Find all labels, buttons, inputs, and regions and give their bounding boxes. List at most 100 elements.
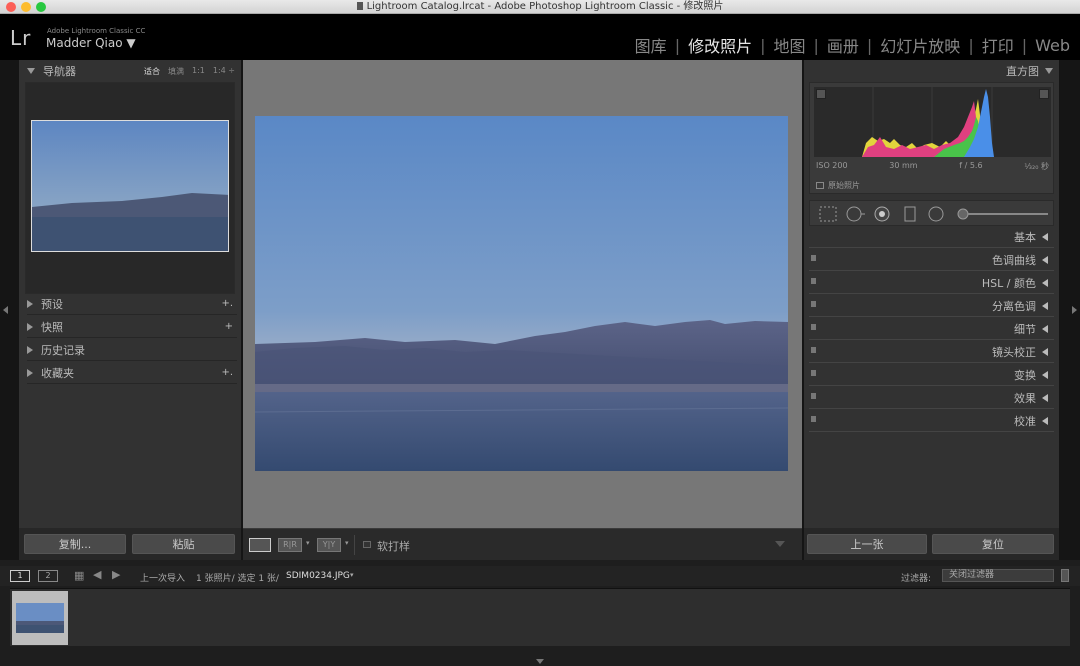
module-map[interactable]: 地图: [773, 33, 805, 57]
radial-filter-icon[interactable]: [928, 206, 944, 222]
yy-compare-icon[interactable]: Y|Y: [317, 538, 341, 552]
red-eye-icon[interactable]: [874, 206, 890, 222]
filter-select[interactable]: 关闭过滤器: [942, 569, 1054, 582]
develop-toolbar: R|R ▾ Y|Y ▾ 软打样: [243, 528, 802, 560]
panel-switch-icon[interactable]: [811, 347, 816, 353]
hsl-section[interactable]: HSL / 颜色: [809, 272, 1054, 294]
panel-switch-icon[interactable]: [811, 301, 816, 307]
histogram-graph[interactable]: [814, 87, 1051, 157]
navigator-thumbnail[interactable]: [31, 120, 229, 252]
transform-section[interactable]: 变换: [809, 364, 1054, 386]
adjustment-brush-icon[interactable]: [957, 208, 1048, 220]
primary-display-button[interactable]: 1: [10, 570, 30, 582]
spot-removal-icon[interactable]: [846, 206, 865, 222]
hsl-label: HSL / 颜色: [981, 276, 1036, 290]
collapse-triangle-icon: [1042, 393, 1048, 402]
lens-corrections-section[interactable]: 镜头校正: [809, 341, 1054, 363]
add-preset-icon[interactable]: +.: [221, 298, 233, 309]
filter-select-value: 关闭过滤器: [949, 570, 995, 580]
collapse-triangle-icon: [1042, 232, 1048, 241]
bottom-panel-toggle-icon[interactable]: [536, 659, 544, 664]
filter-lock-icon[interactable]: [1061, 569, 1069, 582]
add-collection-icon[interactable]: +.: [221, 367, 233, 378]
module-book[interactable]: 画册: [827, 33, 859, 57]
filmstrip-bar: 1 2 ▦ ◀ ▶ 上一次导入 1 张照片/ 选定 1 张/ SDIM0234.…: [0, 566, 1080, 586]
panel-switch-icon[interactable]: [811, 324, 816, 330]
panel-switch-icon[interactable]: [811, 393, 816, 399]
module-slideshow[interactable]: 幻灯片放映: [880, 33, 960, 57]
presets-label: 预设: [41, 297, 63, 311]
zoom-fill[interactable]: 填满: [168, 66, 184, 77]
left-panel-toggle-icon[interactable]: [3, 306, 8, 314]
filmstrip-source[interactable]: 上一次导入: [140, 571, 185, 584]
dropdown-arrow-icon[interactable]: ▾: [306, 539, 310, 547]
left-button-bar: 复制... 粘贴: [19, 528, 241, 560]
dropdown-arrow-icon[interactable]: ▾: [345, 539, 349, 547]
expand-triangle-icon: [27, 345, 33, 354]
secondary-display-button[interactable]: 2: [38, 570, 58, 582]
window-title: Lightroom Catalog.lrcat - Adobe Photosho…: [0, 0, 1080, 14]
module-print[interactable]: 打印: [982, 33, 1014, 57]
tone-curve-label: 色调曲线: [992, 253, 1036, 267]
snapshots-label: 快照: [41, 320, 63, 334]
toolbar-options-icon[interactable]: [775, 541, 785, 547]
panel-switch-icon[interactable]: [811, 370, 816, 376]
presets-panel-header[interactable]: 预设 +.: [27, 293, 237, 315]
paste-settings-button[interactable]: 粘贴: [132, 534, 235, 554]
navigator-title: 导航器: [43, 65, 76, 78]
effects-section[interactable]: 效果: [809, 387, 1054, 409]
zoom-1-1[interactable]: 1:1: [192, 66, 205, 77]
reset-button[interactable]: 复位: [932, 534, 1054, 554]
filmstrip: [10, 588, 1070, 646]
shadow-clipping-icon[interactable]: [816, 89, 826, 99]
original-photo-toggle[interactable]: 原始照片: [816, 180, 860, 191]
graduated-filter-icon[interactable]: [904, 206, 916, 222]
exif-info: ISO 200 30 mm f / 5.6 ¹⁄₃₂₀ 秒: [816, 161, 1049, 172]
original-photo-checkbox[interactable]: [816, 182, 824, 189]
histogram-header[interactable]: 直方图: [1006, 60, 1053, 82]
collections-panel-header[interactable]: 收藏夹 +.: [27, 362, 237, 384]
module-library[interactable]: 图库: [635, 33, 667, 57]
highlight-clipping-icon[interactable]: [1039, 89, 1049, 99]
basic-section[interactable]: 基本: [809, 226, 1054, 248]
history-label: 历史记录: [41, 343, 85, 357]
histogram-panel: ISO 200 30 mm f / 5.6 ¹⁄₃₂₀ 秒 原始照片: [809, 82, 1054, 194]
collapse-triangle-icon: [1042, 278, 1048, 287]
crop-overlay-icon[interactable]: [819, 206, 837, 222]
before-after-icon[interactable]: R|R: [278, 538, 302, 552]
basic-label: 基本: [1014, 230, 1036, 244]
back-arrow-icon[interactable]: ◀: [93, 569, 101, 581]
copy-settings-button[interactable]: 复制...: [24, 534, 126, 554]
main-photo[interactable]: [255, 116, 788, 471]
calibration-section[interactable]: 校准: [809, 410, 1054, 432]
loupe-view-icon[interactable]: [249, 538, 271, 552]
zoom-1-4[interactable]: 1:4 ÷: [213, 66, 235, 77]
module-separator: |: [813, 35, 819, 55]
filename-dropdown-icon[interactable]: ▾: [350, 571, 354, 579]
user-name[interactable]: Madder Qiao ▼: [46, 36, 136, 50]
forward-arrow-icon[interactable]: ▶: [112, 569, 120, 581]
soft-proofing-checkbox[interactable]: [363, 541, 371, 548]
history-panel-header[interactable]: 历史记录: [27, 339, 237, 361]
collapse-triangle-icon: [1042, 347, 1048, 356]
filmstrip-filename[interactable]: SDIM0234.JPG: [286, 571, 350, 581]
tone-curve-section[interactable]: 色调曲线: [809, 249, 1054, 271]
panel-switch-icon[interactable]: [811, 416, 816, 422]
add-snapshot-icon[interactable]: +: [225, 321, 233, 332]
module-develop[interactable]: 修改照片: [688, 33, 752, 57]
snapshots-panel-header[interactable]: 快照 +: [27, 316, 237, 338]
previous-button[interactable]: 上一张: [807, 534, 927, 554]
shutter-speed: ¹⁄₃₂₀ 秒: [1024, 162, 1049, 171]
detail-section[interactable]: 细节: [809, 318, 1054, 340]
image-canvas[interactable]: [243, 60, 802, 528]
split-toning-section[interactable]: 分离色调: [809, 295, 1054, 317]
filter-label: 过滤器:: [901, 574, 932, 584]
filmstrip-thumbnail[interactable]: [12, 591, 68, 645]
right-panel: 直方图 ISO 200 30 mm f / 5.6 ¹⁄₃₂₀ 秒 原始照片 基…: [804, 60, 1059, 560]
right-panel-toggle-icon[interactable]: [1072, 306, 1077, 314]
module-web[interactable]: Web: [1035, 36, 1070, 55]
panel-switch-icon[interactable]: [811, 278, 816, 284]
panel-switch-icon[interactable]: [811, 255, 816, 261]
zoom-fit[interactable]: 适合: [144, 66, 160, 77]
grid-view-icon[interactable]: ▦: [74, 570, 84, 581]
